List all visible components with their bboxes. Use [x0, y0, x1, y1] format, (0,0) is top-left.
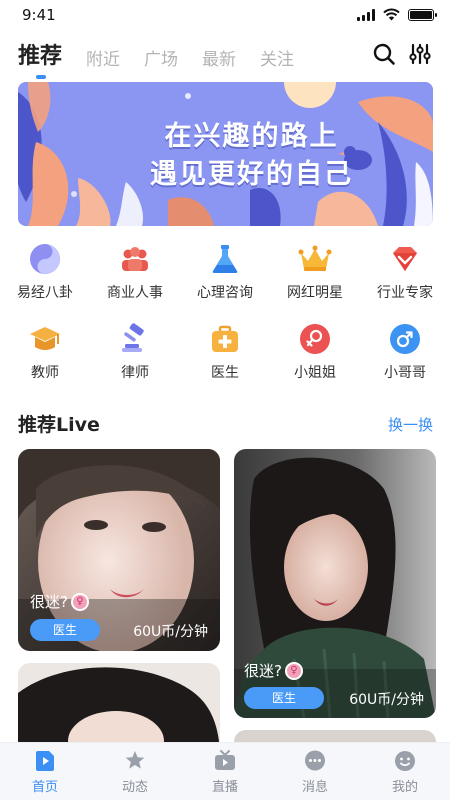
bottom-nav: 首页 动态 直播 消息 我的 [0, 742, 450, 800]
tab-square[interactable]: 广场 [144, 45, 178, 70]
category-teacher[interactable]: 教师 [0, 322, 90, 382]
medical-kit-icon [208, 322, 242, 356]
star-bubble-icon [123, 749, 147, 773]
live-card[interactable]: 很迷? ♀ 医生 60U币/分钟 [18, 449, 220, 651]
face-icon [393, 749, 417, 773]
category-label: 小姐姐 [294, 365, 336, 381]
male-icon [388, 322, 422, 356]
female-icon [298, 322, 332, 356]
refresh-button[interactable]: 换一换 [388, 414, 433, 435]
tab-nearby[interactable]: 附近 [86, 45, 120, 70]
nav-label: 消息 [301, 779, 328, 795]
card-price: 60U币/分钟 [349, 692, 424, 708]
live-card[interactable] [18, 663, 220, 753]
category-girls[interactable]: 小姐姐 [270, 322, 360, 382]
top-actions [372, 42, 432, 66]
category-boys[interactable]: 小哥哥 [360, 322, 450, 382]
nav-label: 我的 [391, 779, 418, 795]
people-icon [118, 242, 152, 276]
nav-profile[interactable]: 我的 [360, 743, 450, 800]
banner-headline-2: 遇见更好的自己 [150, 159, 353, 190]
signal-icon [357, 8, 375, 21]
status-bar: 9:41 [0, 0, 450, 30]
tab-latest[interactable]: 最新 [202, 45, 236, 70]
card-caption-text: 很迷? [244, 662, 282, 680]
promo-banner[interactable]: 在兴趣的路上 遇见更好的自己 [18, 82, 433, 226]
chat-bubble-icon [303, 749, 327, 773]
category-grid: 易经八卦 商业人事 心理咨询 网红明星 行业专家 教师 律师 医生 小姐姐 小哥… [0, 242, 450, 382]
card-caption: 很迷? ♀ [244, 660, 303, 681]
battery-icon [408, 8, 437, 21]
flask-icon [208, 242, 242, 276]
sliders-icon[interactable] [408, 42, 432, 66]
nav-messages[interactable]: 消息 [270, 743, 360, 800]
female-icon: ♀ [70, 592, 89, 611]
gavel-icon [118, 322, 152, 356]
nav-home[interactable]: 首页 [0, 743, 90, 800]
wifi-icon [383, 8, 400, 21]
nav-label: 动态 [121, 779, 148, 795]
status-time: 9:41 [22, 6, 56, 24]
tab-following[interactable]: 关注 [260, 45, 294, 70]
section-title: 推荐Live [18, 414, 100, 436]
category-label: 商业人事 [107, 285, 163, 301]
category-label: 律师 [121, 365, 149, 381]
category-label: 网红明星 [287, 285, 343, 301]
crown-icon [298, 242, 332, 276]
live-card[interactable]: 很迷? ♀ 医生 60U币/分钟 [234, 449, 436, 718]
category-business[interactable]: 商业人事 [90, 242, 180, 302]
category-label: 医生 [211, 365, 239, 381]
card-price: 60U币/分钟 [133, 624, 208, 640]
yin-yang-icon [28, 242, 62, 276]
gem-icon [388, 242, 422, 276]
category-label: 小哥哥 [384, 365, 426, 381]
nav-label: 首页 [31, 779, 58, 795]
top-tabs: 推荐 附近 广场 最新 关注 [18, 38, 294, 79]
search-icon[interactable] [372, 42, 396, 66]
category-celebrity[interactable]: 网红明星 [270, 242, 360, 302]
home-play-icon [33, 749, 57, 773]
nav-moments[interactable]: 动态 [90, 743, 180, 800]
card-tag: 医生 [244, 687, 324, 709]
tab-recommend[interactable]: 推荐 [18, 38, 62, 79]
category-doctor[interactable]: 医生 [180, 322, 270, 382]
banner-headline-1: 在兴趣的路上 [164, 121, 339, 152]
status-icons [357, 8, 437, 21]
category-label: 行业专家 [377, 285, 433, 301]
category-yijing[interactable]: 易经八卦 [0, 242, 90, 302]
card-caption: 很迷? ♀ [30, 591, 89, 612]
card-caption-text: 很迷? [30, 593, 68, 611]
card-tag: 医生 [30, 619, 100, 641]
category-label: 易经八卦 [17, 285, 73, 301]
category-lawyer[interactable]: 律师 [90, 322, 180, 382]
category-psychology[interactable]: 心理咨询 [180, 242, 270, 302]
nav-label: 直播 [211, 779, 238, 795]
category-label: 教师 [31, 365, 59, 381]
tv-icon [213, 749, 237, 773]
card-photo [18, 663, 220, 753]
female-icon: ♀ [284, 661, 303, 680]
category-experts[interactable]: 行业专家 [360, 242, 450, 302]
graduation-cap-icon [28, 322, 62, 356]
category-label: 心理咨询 [197, 285, 253, 301]
nav-live[interactable]: 直播 [180, 743, 270, 800]
